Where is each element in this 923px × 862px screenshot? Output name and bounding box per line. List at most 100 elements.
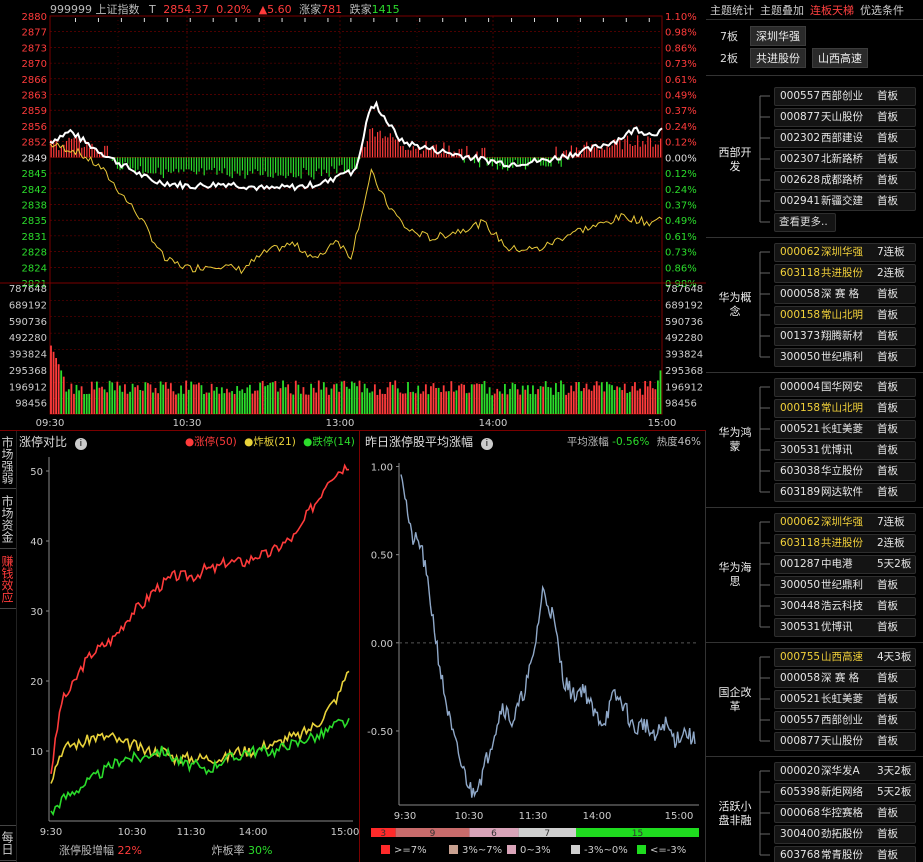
- stock-name: 深 赛 格: [821, 288, 860, 300]
- price-tick-label: 2845: [22, 169, 47, 180]
- stock-code: 000877: [780, 111, 821, 123]
- stock-name: 国华网安: [821, 381, 863, 393]
- dist-segment-label: 9: [430, 829, 436, 839]
- volume-tick-label: 295368: [9, 366, 47, 377]
- stock-item[interactable]: 000557 西部创业 首板: [774, 87, 916, 106]
- avg-label: 平均涨幅: [566, 436, 609, 448]
- stock-item[interactable]: 300531 优博讯 首板: [774, 441, 916, 460]
- theme-group-name[interactable]: 西部开发: [716, 146, 754, 174]
- stock-code: 605398: [780, 786, 821, 798]
- tab-market-strength[interactable]: 市场强弱: [0, 431, 16, 489]
- stock-item[interactable]: 603038 华立股份 首板: [774, 462, 916, 481]
- stock-item[interactable]: 300400 劲拓股份 首板: [774, 825, 916, 844]
- stock-item[interactable]: 000068 华控赛格 首板: [774, 804, 916, 823]
- right-panel: 主题统计 主题叠加 连板天梯 优选条件 7板 深圳华强 2板 共进股份 山西高速 西部开发 00…: [706, 0, 923, 862]
- left-tabs: 市场强弱 市场资金 赚钱效应 每日: [0, 431, 17, 862]
- stock-code: 000058: [780, 672, 821, 684]
- stock-board-tag: 5天2板: [877, 558, 912, 570]
- ladder-stock-chip[interactable]: 深圳华强: [750, 26, 806, 46]
- stock-item[interactable]: 000058 深 赛 格 首板: [774, 285, 916, 304]
- volume-tick-label: 590736: [665, 317, 703, 328]
- stock-item[interactable]: 000557 西部创业 首板: [774, 711, 916, 730]
- stock-item[interactable]: 000158 常山北明 首板: [774, 306, 916, 325]
- price-tick-label: 2824: [22, 263, 47, 274]
- intraday-chart[interactable]: 2880 2877 2873 2870 2866 2863 2859 2856 2852 2849…: [0, 0, 706, 431]
- stock-item[interactable]: 000521 长虹美菱 首板: [774, 420, 916, 439]
- x-tick-label: 11:30: [177, 827, 206, 838]
- stock-board-tag: 首板: [877, 423, 898, 435]
- rise-growth-value: 22%: [117, 844, 142, 857]
- stock-item[interactable]: 603118 共进股份 2连板: [774, 264, 916, 283]
- ladder-level: 2板: [720, 52, 738, 65]
- price-tick-label: 2842: [22, 185, 47, 196]
- right-tab-0[interactable]: 主题统计: [710, 2, 754, 18]
- stock-item[interactable]: 000521 长虹美菱 首板: [774, 690, 916, 709]
- stock-code: 001287: [780, 558, 821, 570]
- stock-name: 西部建设: [821, 132, 863, 144]
- ladder-stock-chip[interactable]: 山西高速: [812, 48, 868, 68]
- yesterday-title: 昨日涨停股平均涨幅 i: [365, 433, 493, 450]
- right-tab-1[interactable]: 主题叠加: [760, 2, 804, 18]
- stock-item[interactable]: 001287 中电港 5天2板: [774, 555, 916, 574]
- x-tick-label: 9:30: [394, 811, 416, 822]
- stock-item[interactable]: 002941 新疆交建 首板: [774, 192, 916, 211]
- stock-item[interactable]: 603189 网达软件 首板: [774, 483, 916, 502]
- stock-code: 000158: [780, 309, 821, 321]
- stock-item[interactable]: 300050 世纪鼎利 首板: [774, 576, 916, 595]
- volume-tick-label: 393824: [9, 350, 47, 361]
- stock-item[interactable]: 603118 共进股份 2连板: [774, 534, 916, 553]
- theme-group-name[interactable]: 国企改革: [716, 686, 754, 714]
- stock-code: 002628: [780, 174, 821, 186]
- stock-code: 000062: [780, 246, 821, 258]
- ladder-stock-chip[interactable]: 共进股份: [750, 48, 806, 68]
- theme-group-name[interactable]: 活跃小盘非融: [716, 800, 754, 828]
- stock-item[interactable]: 000062 深圳华强 7连板: [774, 513, 916, 532]
- pct-tick-label: 0.86%: [665, 263, 697, 274]
- stock-item[interactable]: 000158 常山北明 首板: [774, 399, 916, 418]
- stock-item[interactable]: 300050 世纪鼎利 首板: [774, 348, 916, 367]
- stock-item[interactable]: 000877 天山股份 首板: [774, 108, 916, 127]
- stock-name: 华立股份: [821, 465, 863, 477]
- stock-item[interactable]: 000062 深圳华强 7连板: [774, 243, 916, 262]
- limit-footer: 涨停股增幅 22% 炸板率 30%: [59, 842, 272, 858]
- pct-tick-label: 0.37%: [665, 200, 697, 211]
- stock-item[interactable]: 002628 成都路桥 首板: [774, 171, 916, 190]
- stock-item[interactable]: 300531 优博讯 首板: [774, 618, 916, 637]
- stock-item[interactable]: 300448 浩云科技 首板: [774, 597, 916, 616]
- stock-item[interactable]: 000755 山西高速 4天3板: [774, 648, 916, 667]
- view-more-button[interactable]: 查看更多..: [774, 213, 836, 232]
- tab-profit-effect[interactable]: 赚钱效应: [0, 549, 16, 609]
- tab-market-funds[interactable]: 市场资金: [0, 489, 16, 549]
- stock-code: 000058: [780, 288, 821, 300]
- stock-item[interactable]: 605398 新炬网络 5天2板: [774, 783, 916, 802]
- y-tick-label: 1.00: [371, 463, 393, 474]
- stock-item[interactable]: 002307 北新路桥 首板: [774, 150, 916, 169]
- right-tab-2[interactable]: 连板天梯: [810, 2, 854, 18]
- stock-name: 长虹美菱: [821, 693, 863, 705]
- dist-legend-label: 0~3%: [520, 845, 551, 856]
- theme-group-name[interactable]: 华为海思: [716, 561, 754, 589]
- stock-code: 002941: [780, 195, 821, 207]
- y-tick-label: 50: [30, 467, 43, 478]
- tab-daily[interactable]: 每日: [0, 825, 16, 861]
- theme-group-name[interactable]: 华为概念: [716, 291, 754, 319]
- stock-name: 世纪鼎利: [821, 351, 863, 363]
- volume-tick-label: 787648: [665, 284, 703, 295]
- group-divider: [706, 237, 923, 238]
- pct-tick-label: 0.49%: [665, 216, 697, 227]
- theme-group-name[interactable]: 华为鸿蒙: [716, 426, 754, 454]
- x-tick-label: 14:00: [239, 827, 268, 838]
- stock-item[interactable]: 002302 西部建设 首板: [774, 129, 916, 148]
- board-ladder: 7板 深圳华强 2板 共进股份 山西高速: [720, 25, 920, 69]
- stock-item[interactable]: 000020 深华发A 3天2板: [774, 762, 916, 781]
- stock-item[interactable]: 000058 深 赛 格 首板: [774, 669, 916, 688]
- price-tick-label: 2856: [22, 122, 47, 133]
- stock-item[interactable]: 000877 天山股份 首板: [774, 732, 916, 751]
- stock-item[interactable]: 001373 翔腾新材 首板: [774, 327, 916, 346]
- price-tick-label: 2863: [22, 91, 47, 102]
- stock-name: 中电港: [821, 558, 853, 570]
- stock-name: 优博讯: [821, 444, 853, 456]
- stock-item[interactable]: 603768 常青股份 首板: [774, 846, 916, 862]
- right-tab-3[interactable]: 优选条件: [860, 2, 904, 18]
- stock-item[interactable]: 000004 国华网安 首板: [774, 378, 916, 397]
